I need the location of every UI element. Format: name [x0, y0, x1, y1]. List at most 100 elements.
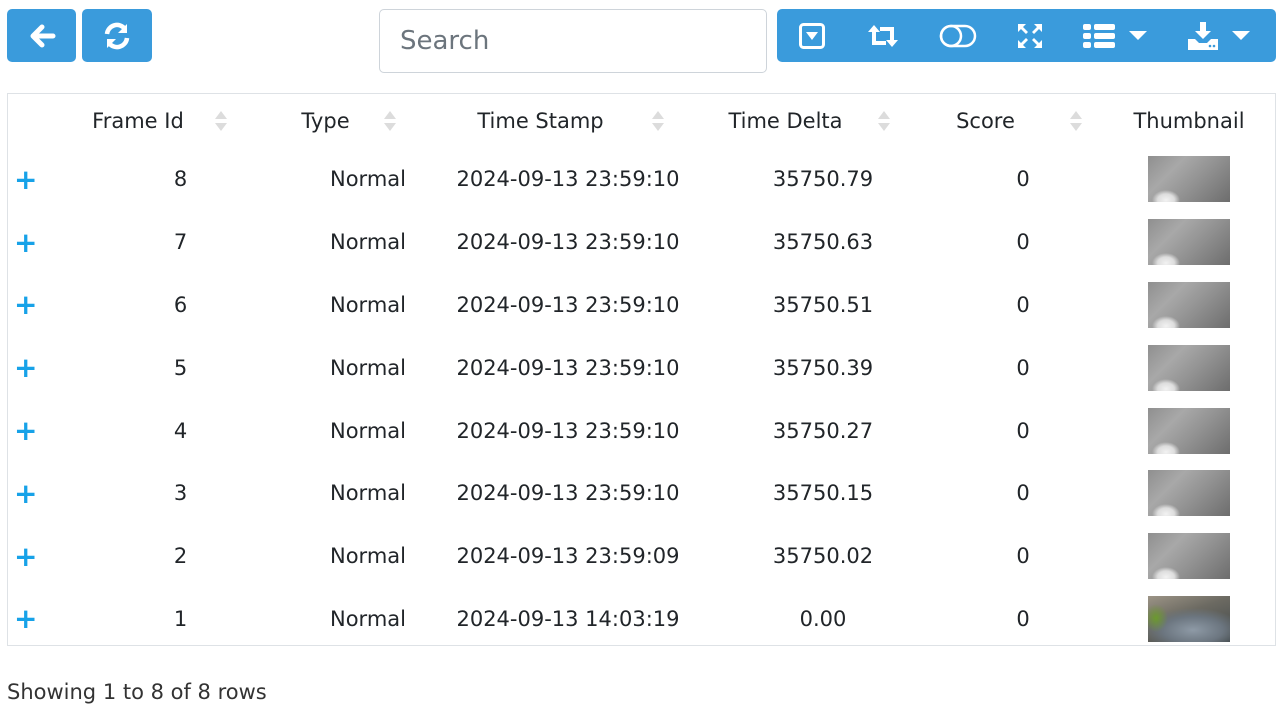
type-cell: Normal [330, 481, 406, 506]
score-cell: 0 [1016, 544, 1030, 569]
frame-id-cell: 7 [173, 230, 188, 255]
export-icon [1188, 21, 1218, 50]
columns-toggle-button[interactable] [919, 9, 997, 62]
score-cell: 0 [1016, 355, 1030, 380]
frame-id-cell: 6 [173, 292, 188, 317]
frame-thumbnail[interactable] [1148, 470, 1230, 517]
time-stamp-cell: 2024-09-13 23:59:10 [456, 167, 680, 192]
time-stamp-cell: 2024-09-13 23:59:09 [456, 544, 680, 569]
search-input[interactable] [379, 9, 767, 73]
expand-icon[interactable]: + [8, 211, 48, 274]
type-cell: Normal [330, 418, 406, 443]
time-stamp-cell: 2024-09-13 23:59:10 [456, 355, 680, 380]
thumbnail-cell [1103, 588, 1275, 651]
columns-dropdown-button[interactable] [1063, 9, 1167, 62]
type-cell: Normal [330, 230, 406, 255]
score-cell: 0 [1016, 292, 1030, 317]
frame-id-cell: 4 [173, 418, 188, 443]
back-button[interactable] [7, 9, 76, 62]
time-delta-cell: 35750.79 [772, 167, 874, 192]
refresh-icon [104, 22, 130, 49]
table-row[interactable]: +7 Normal 2024-09-13 23:59:10 35750.63 0 [8, 211, 1275, 274]
column-header-expand [8, 94, 48, 148]
time-delta-cell: 35750.39 [772, 355, 874, 380]
sort-icon [384, 111, 396, 131]
type-cell: Normal [330, 544, 406, 569]
type-cell: Normal [330, 292, 406, 317]
sort-icon [878, 111, 890, 131]
time-stamp-cell: 2024-09-13 23:59:10 [456, 292, 680, 317]
toggle-view-button[interactable] [847, 9, 919, 62]
score-cell: 0 [1016, 606, 1030, 631]
frame-thumbnail[interactable] [1148, 533, 1230, 580]
fullscreen-icon [1018, 23, 1042, 48]
frame-thumbnail[interactable] [1148, 281, 1230, 328]
score-cell: 0 [1016, 167, 1030, 192]
expand-icon[interactable]: + [8, 462, 48, 525]
table-row[interactable]: +2 Normal 2024-09-13 23:59:09 35750.02 0 [8, 525, 1275, 588]
time-delta-cell: 35750.27 [772, 418, 874, 443]
thumbnail-cell [1103, 148, 1275, 211]
column-header-score[interactable]: Score [913, 94, 1103, 148]
table-row[interactable]: +4 Normal 2024-09-13 23:59:10 35750.27 0 [8, 399, 1275, 462]
expand-icon[interactable]: + [8, 274, 48, 337]
time-stamp-cell: 2024-09-13 14:03:19 [456, 606, 680, 631]
frame-thumbnail[interactable] [1148, 407, 1230, 454]
column-header-thumbnail: Thumbnail [1133, 109, 1245, 133]
table-toolbar [777, 9, 1276, 62]
type-cell: Normal [330, 167, 406, 192]
thumbnail-cell [1103, 525, 1275, 588]
thumbnail-cell [1103, 462, 1275, 525]
column-header-time-delta[interactable]: Time Delta [703, 94, 913, 148]
table-row[interactable]: +5 Normal 2024-09-13 23:59:10 35750.39 0 [8, 336, 1275, 399]
columns-toggle-icon [939, 24, 977, 47]
time-delta-cell: 35750.51 [772, 292, 874, 317]
table-row[interactable]: +8 Normal 2024-09-13 23:59:10 35750.79 0 [8, 148, 1275, 211]
time-stamp-cell: 2024-09-13 23:59:10 [456, 230, 680, 255]
thumbnail-cell [1103, 274, 1275, 337]
column-header-time-stamp[interactable]: Time Stamp [423, 94, 703, 148]
frame-id-cell: 2 [173, 544, 188, 569]
expand-icon[interactable]: + [8, 148, 48, 211]
arrow-left-icon [30, 24, 55, 47]
column-header-type[interactable]: Type [273, 94, 423, 148]
time-stamp-cell: 2024-09-13 23:59:10 [456, 418, 680, 443]
thumbnail-cell [1103, 399, 1275, 462]
frame-thumbnail[interactable] [1148, 595, 1230, 642]
columns-list-icon [1083, 23, 1115, 48]
table-row[interactable]: +1 Normal 2024-09-13 14:03:19 0.00 0 [8, 588, 1275, 651]
time-delta-cell: 35750.63 [772, 230, 874, 255]
toggle-details-icon [799, 22, 825, 49]
column-header-frame-id[interactable]: Frame Id [48, 94, 273, 148]
sort-icon [652, 111, 664, 131]
fullscreen-button[interactable] [997, 9, 1063, 62]
toggle-details-button[interactable] [777, 9, 847, 62]
frame-thumbnail[interactable] [1148, 156, 1230, 203]
time-delta-cell: 35750.02 [772, 544, 874, 569]
frames-table: Frame Id Type Time Stamp Time Delta Scor… [7, 93, 1276, 646]
expand-icon[interactable]: + [8, 525, 48, 588]
frame-id-cell: 8 [173, 167, 188, 192]
table-row[interactable]: +3 Normal 2024-09-13 23:59:10 35750.15 0 [8, 462, 1275, 525]
time-delta-cell: 0.00 [799, 606, 847, 631]
frame-id-cell: 3 [173, 481, 188, 506]
sort-icon [1070, 111, 1082, 131]
expand-icon[interactable]: + [8, 588, 48, 651]
type-cell: Normal [330, 355, 406, 380]
expand-icon[interactable]: + [8, 336, 48, 399]
score-cell: 0 [1016, 418, 1030, 443]
thumbnail-cell [1103, 336, 1275, 399]
score-cell: 0 [1016, 481, 1030, 506]
thumbnail-cell [1103, 211, 1275, 274]
time-delta-cell: 35750.15 [772, 481, 874, 506]
refresh-button[interactable] [82, 9, 152, 62]
export-dropdown-button[interactable] [1167, 9, 1271, 62]
table-row[interactable]: +6 Normal 2024-09-13 23:59:10 35750.51 0 [8, 274, 1275, 337]
frame-thumbnail[interactable] [1148, 219, 1230, 266]
frame-id-cell: 5 [173, 355, 188, 380]
frame-id-cell: 1 [173, 606, 188, 631]
expand-icon[interactable]: + [8, 399, 48, 462]
frame-thumbnail[interactable] [1148, 344, 1230, 391]
sort-icon [215, 111, 227, 131]
type-cell: Normal [330, 606, 406, 631]
